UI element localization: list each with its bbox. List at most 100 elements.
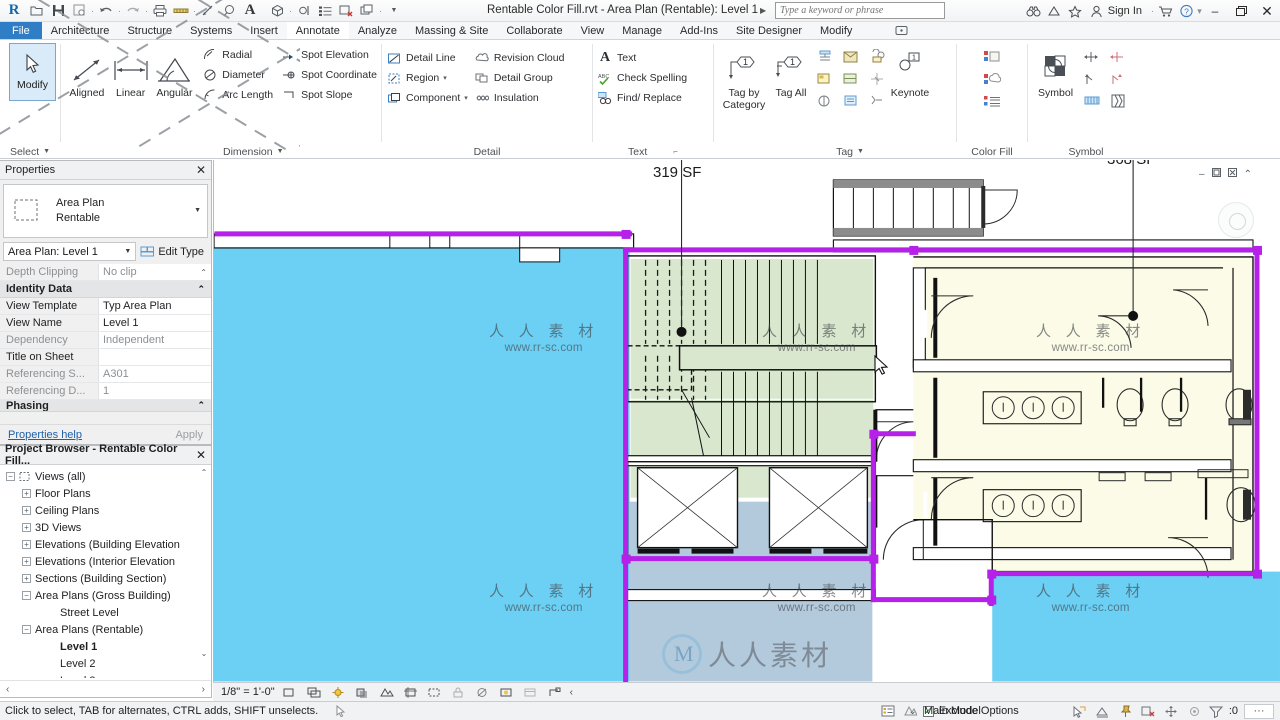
tree-node-level-3[interactable]: Level 3 — [0, 672, 211, 679]
ribbon-tab-analyze[interactable]: Analyze — [349, 22, 406, 39]
symbol-button[interactable]: Symbol — [1032, 43, 1079, 99]
properties-help-link[interactable]: Properties help — [8, 429, 82, 441]
spot-coordinate-button[interactable]: Spot Coordinate — [281, 65, 377, 85]
rendering-dialog-icon[interactable] — [378, 685, 395, 700]
view-scrollup-icon[interactable]: ⌃ — [1244, 169, 1252, 180]
expander-icon[interactable]: + — [22, 523, 31, 532]
ribbon-tab-modify[interactable]: Modify — [811, 22, 861, 39]
tree-node-floor-plans[interactable]: + Floor Plans — [0, 485, 211, 502]
filter-control[interactable]: :0 — [1208, 705, 1238, 718]
collapse-icon[interactable]: ⌃ — [197, 284, 211, 295]
ribbon-tab-file[interactable]: File — [0, 22, 42, 39]
property-value[interactable]: Typ Area Plan — [98, 298, 211, 314]
aligned-dimension-button[interactable]: Aligned — [65, 43, 109, 99]
diameter-dimension-button[interactable]: Diameter — [202, 65, 273, 85]
check-spelling-button[interactable]: ABC Check Spelling — [597, 68, 687, 88]
dimension-panel-dropdown-icon[interactable]: ▼ — [277, 148, 284, 155]
save-as-icon[interactable] — [69, 2, 89, 20]
project-browser-vertical-scrollbar[interactable]: ⌃ ⌄ — [199, 468, 209, 658]
design-options-icon[interactable] — [880, 704, 896, 717]
find-replace-button[interactable]: Find/ Replace — [597, 88, 687, 108]
select-links-icon[interactable] — [1071, 704, 1088, 719]
tree-node-elevations-building[interactable]: + Elevations (Building Elevation — [0, 536, 211, 553]
edit-type-button[interactable]: Edit Type — [140, 245, 208, 258]
detail-level-icon[interactable] — [282, 685, 299, 700]
aligned-dimension-icon[interactable] — [198, 2, 218, 20]
search-input[interactable] — [776, 3, 944, 18]
arc-length-dimension-button[interactable]: Arc Length — [202, 85, 273, 105]
close-icon[interactable]: ✕ — [196, 448, 206, 462]
tree-node-area-plans-gross[interactable]: − Area Plans (Gross Building) — [0, 587, 211, 604]
help-question-icon[interactable]: ? — [1176, 1, 1197, 21]
chevron-down-icon[interactable]: ▼ — [124, 248, 131, 255]
ribbon-tab-structure[interactable]: Structure — [118, 22, 181, 39]
area-boundary-icon[interactable] — [1105, 68, 1131, 90]
tree-node-level-1[interactable]: Level 1 — [0, 638, 211, 655]
ribbon-tab-manage[interactable]: Manage — [613, 22, 671, 39]
tag-icon[interactable] — [219, 2, 239, 20]
view-close-button[interactable] — [1227, 168, 1237, 180]
region-dropdown-icon[interactable]: ▾ — [443, 74, 447, 82]
crop-view-icon[interactable] — [402, 685, 419, 700]
expander-icon[interactable]: + — [22, 489, 31, 498]
view-reference-icon[interactable] — [812, 90, 838, 112]
expander-icon[interactable]: + — [22, 506, 31, 515]
window-minimize-button[interactable]: – — [1202, 1, 1228, 22]
expander-icon[interactable]: − — [22, 591, 31, 600]
sign-in-button[interactable]: Sign In — [1107, 5, 1150, 17]
ribbon-tab-add-ins[interactable]: Add-Ins — [671, 22, 727, 39]
visual-style-icon[interactable] — [306, 685, 323, 700]
span-direction-icon[interactable] — [1079, 46, 1105, 68]
spot-slope-button[interactable]: Spot Slope — [281, 85, 377, 105]
text-icon[interactable]: A — [240, 2, 260, 20]
property-value[interactable]: Level 1 — [98, 315, 211, 331]
search-box[interactable] — [775, 2, 945, 19]
chevron-down-icon[interactable]: ▼ — [194, 207, 201, 214]
select-elements-by-face-icon[interactable] — [1140, 704, 1157, 719]
detail-line-button[interactable]: Detail Line — [386, 48, 468, 68]
redo-icon[interactable] — [123, 2, 143, 20]
detail-group-button[interactable]: Detail Group — [474, 68, 565, 88]
text-panel-dialog-launcher-icon[interactable]: ⌐ — [651, 147, 678, 156]
beam-system-symbol-icon[interactable] — [1105, 46, 1131, 68]
tag-by-category-button[interactable]: 1 Tag by Category — [718, 43, 770, 111]
component-button[interactable]: Component ▾ — [386, 88, 468, 108]
property-row-depth-clipping[interactable]: Depth Clipping No clip ⌃ — [0, 264, 211, 281]
measure-icon[interactable] — [171, 2, 191, 20]
property-row-view-name[interactable]: View Name Level 1 — [0, 315, 211, 332]
property-row-dependency[interactable]: Dependency Independent — [0, 332, 211, 349]
ribbon-tab-architecture[interactable]: Architecture — [42, 22, 119, 39]
expander-icon[interactable]: + — [22, 557, 31, 566]
ribbon-tab-site-designer[interactable]: Site Designer — [727, 22, 811, 39]
show-crop-region-icon[interactable] — [426, 685, 443, 700]
loaded-tags-icon[interactable] — [838, 90, 864, 112]
ribbon-tab-collaborate[interactable]: Collaborate — [497, 22, 571, 39]
area-tag-368sf[interactable]: 368 SF — [1107, 160, 1155, 164]
close-icon[interactable]: ✕ — [196, 163, 206, 177]
lock-3d-view-icon[interactable] — [450, 685, 467, 700]
tree-node-sections-building[interactable]: + Sections (Building Section) — [0, 570, 211, 587]
path-of-travel-icon[interactable] — [1079, 68, 1105, 90]
select-pinned-elements-icon[interactable] — [1117, 704, 1134, 719]
undo-icon[interactable] — [96, 2, 116, 20]
reveal-constraints-icon[interactable] — [546, 685, 563, 700]
view-bar-expand-chevron-icon[interactable]: ‹ — [570, 687, 573, 698]
property-group-identity-data[interactable]: Identity Data ⌃ — [0, 281, 211, 298]
ribbon-tab-insert[interactable]: Insert — [241, 22, 287, 39]
window-restore-button[interactable] — [1228, 1, 1254, 22]
ribbon-tab-systems[interactable]: Systems — [181, 22, 241, 39]
tree-node-street-level[interactable]: Street Level — [0, 604, 211, 621]
property-row-title-on-sheet[interactable]: Title on Sheet — [0, 349, 211, 366]
type-selector[interactable]: Area Plan Rentable ▼ — [3, 184, 208, 238]
tag-all-button[interactable]: 1 Tag All — [770, 43, 812, 99]
linear-dimension-button[interactable]: Linear — [109, 43, 153, 99]
text-button[interactable]: A Text — [597, 48, 687, 68]
property-row-referencing-sheet[interactable]: Referencing S... A301 — [0, 366, 211, 383]
steering-wheel-icon[interactable] — [1218, 202, 1254, 238]
user-account-icon[interactable] — [1086, 1, 1107, 21]
save-icon[interactable] — [48, 2, 68, 20]
reveal-hidden-elements-icon[interactable] — [498, 685, 515, 700]
property-row-view-template[interactable]: View Template Typ Area Plan — [0, 298, 211, 315]
thin-lines-icon[interactable] — [315, 2, 335, 20]
keynote-button[interactable]: 1 Keynote — [884, 43, 936, 99]
